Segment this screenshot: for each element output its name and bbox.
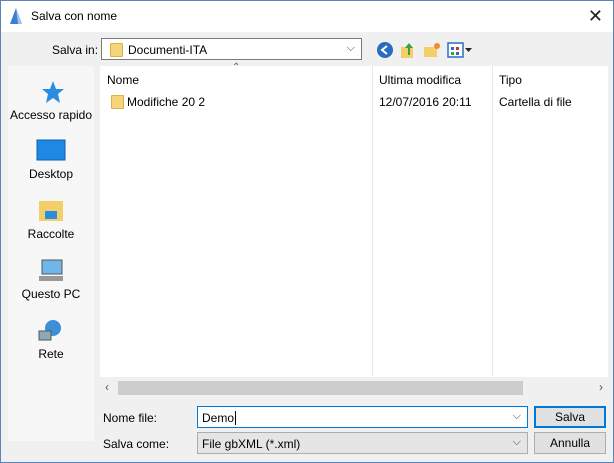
column-divider[interactable] <box>492 66 493 376</box>
chevron-down-icon: ⌵ <box>512 436 521 448</box>
back-icon[interactable] <box>376 41 394 59</box>
filename-value: Demo <box>202 411 237 425</box>
cancel-button[interactable]: Annulla <box>534 432 606 454</box>
file-name: Modifiche 20 2 <box>127 95 206 109</box>
save-button[interactable]: Salva <box>534 406 606 428</box>
save-in-dropdown[interactable]: Documenti-ITA ⌵ <box>101 38 362 60</box>
star-icon <box>42 81 64 103</box>
dialog-title: Salva con nome <box>31 9 118 23</box>
close-icon[interactable]: ✕ <box>588 6 603 27</box>
filename-label: Nome file: <box>103 411 158 425</box>
scrollbar-thumb[interactable] <box>118 381 523 395</box>
table-row[interactable]: Modifiche 20 2 12/07/2016 20:11 Cartella… <box>100 94 608 112</box>
file-type: Cartella di file <box>499 95 572 109</box>
sidebar-label: Desktop <box>28 167 74 181</box>
libraries-icon <box>39 201 63 221</box>
view-menu-icon[interactable] <box>447 41 473 59</box>
title-bar: Salva con nome ✕ <box>1 1 613 32</box>
sidebar-label: Raccolte <box>27 227 75 241</box>
column-divider[interactable] <box>372 66 373 376</box>
folder-icon <box>111 95 124 109</box>
filename-input[interactable]: Demo ⌵ <box>197 406 528 428</box>
new-folder-icon[interactable] <box>423 41 441 59</box>
app-icon <box>10 8 22 24</box>
column-header-type[interactable]: Tipo <box>499 73 522 87</box>
scroll-left-icon[interactable]: ‹ <box>105 380 109 394</box>
saveas-type-dropdown[interactable]: File gbXML (*.xml) ⌵ <box>197 432 528 454</box>
sidebar-item-this-pc[interactable]: Questo PC <box>8 259 94 301</box>
file-list: ⌃ Nome Ultima modifica Tipo Modifiche 20… <box>100 62 608 399</box>
desktop-icon <box>36 139 66 161</box>
horizontal-scrollbar[interactable]: ‹ › <box>100 377 608 399</box>
sidebar-item-libraries[interactable]: Raccolte <box>8 199 94 241</box>
saveas-value: File gbXML (*.xml) <box>202 437 301 451</box>
saveas-label: Salva come: <box>103 437 170 451</box>
sidebar-label: Questo PC <box>21 287 81 301</box>
sidebar-label: Accesso rapido <box>9 108 93 122</box>
network-icon <box>38 320 61 341</box>
scroll-right-icon[interactable]: › <box>599 380 603 394</box>
column-header-modified[interactable]: Ultima modifica <box>379 73 461 87</box>
places-sidebar: Accesso rapido Desktop Raccolte Questo P… <box>8 66 94 441</box>
sort-ascending-icon: ⌃ <box>232 62 241 73</box>
save-in-label: Salva in: <box>52 43 99 57</box>
sidebar-item-desktop[interactable]: Desktop <box>8 139 94 181</box>
file-modified: 12/07/2016 20:11 <box>379 95 472 109</box>
sidebar-item-network[interactable]: Rete <box>8 319 94 361</box>
chevron-down-icon[interactable]: ⌵ <box>513 410 521 423</box>
folder-icon <box>110 43 123 57</box>
sidebar-item-quick-access[interactable]: Accesso rapido <box>8 80 94 122</box>
computer-icon <box>39 259 63 281</box>
save-dialog: Salva con nome ✕ Salva in: Documenti-ITA… <box>0 0 614 463</box>
sidebar-label: Rete <box>38 347 64 361</box>
up-folder-icon[interactable] <box>399 41 417 59</box>
chevron-down-icon: ⌵ <box>346 42 355 54</box>
save-in-value: Documenti-ITA <box>128 43 208 57</box>
column-header-name[interactable]: Nome <box>107 73 139 87</box>
